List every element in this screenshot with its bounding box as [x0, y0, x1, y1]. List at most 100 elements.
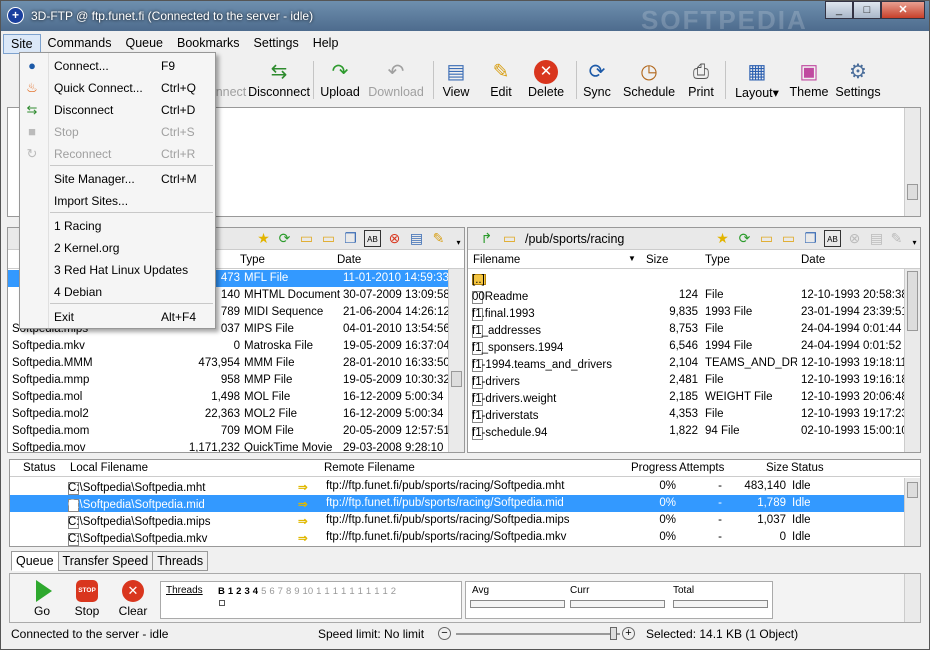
copy-icon[interactable]: ❐ [342, 230, 359, 247]
new-folder-icon[interactable]: ▭ [758, 230, 775, 247]
upload-button[interactable]: ↷ Upload [319, 57, 361, 99]
remote-file-row[interactable]: f1-drivers.weight 2,185 WEIGHT File 12-10-1… [468, 389, 920, 406]
local-file-row[interactable]: Softpedia.mol2 22,363 MOL2 File 16-12-2009 … [8, 406, 464, 423]
rename-icon[interactable]: AB [364, 230, 381, 247]
maximize-button[interactable]: □ [853, 1, 881, 19]
refresh-icon[interactable]: ⟳ [736, 230, 753, 247]
remote-file-row[interactable]: f1-drivers 2,481 File 12-10-1993 19:16:18 [468, 372, 920, 389]
remote-file-row[interactable]: f1_sponsers.1994 6,546 1994 File 24-04-1994… [468, 338, 920, 355]
queue-row[interactable]: C:\Softpedia\Softpedia.mips ⇒ ftp://ftp.fu… [10, 512, 904, 529]
close-button[interactable]: ✕ [881, 1, 925, 19]
col-progress[interactable]: Progress [631, 462, 677, 474]
queue-row[interactable]: C:\Softpedia\Softpedia.mht ⇒ ftp://ftp.fun… [10, 478, 904, 495]
local-file-row[interactable]: Softpedia.mom 709 MOM File 20-05-2009 12:57… [8, 423, 464, 440]
speed-limit-track[interactable] [456, 633, 620, 635]
local-file-row[interactable]: Softpedia.MMM 473,954 MMM File 28-01-2010 1… [8, 355, 464, 372]
chevron-down-icon[interactable]: ▾ [450, 234, 464, 251]
layout-button[interactable]: ▦ Layout▾ [733, 57, 781, 100]
col-filename[interactable]: Filename [473, 254, 520, 266]
scroll-thumb[interactable] [907, 482, 918, 498]
menu-item-1-racing[interactable]: 1 Racing [20, 215, 215, 237]
star-icon[interactable]: ★ [255, 230, 272, 247]
delete-icon[interactable]: ⊗ [386, 230, 403, 247]
view-icon[interactable]: ▤ [408, 230, 425, 247]
menu-item-quick-connect[interactable]: ♨ Quick Connect... Ctrl+Q [20, 77, 215, 99]
menu-item-site-manager[interactable]: Site Manager... Ctrl+M [20, 168, 215, 190]
new-folder-icon[interactable]: ▭ [298, 230, 315, 247]
menu-item-3-red-hat-linux-updates[interactable]: 3 Red Hat Linux Updates [20, 259, 215, 281]
download-button[interactable]: ↶ Download [366, 57, 426, 99]
menu-item-exit[interactable]: Exit Alt+F4 [20, 306, 215, 328]
scroll-thumb[interactable] [451, 371, 462, 387]
col-remote-filename[interactable]: Remote Filename [324, 462, 415, 474]
remote-file-row[interactable]: f1.final.1993 9,835 1993 File 23-01-1994 23… [468, 304, 920, 321]
speed-increase-button[interactable]: + [622, 627, 635, 640]
settings-button[interactable]: ⚙ Settings [835, 57, 881, 99]
print-button[interactable]: ⎙ Print [686, 57, 716, 99]
queue-row[interactable]: C:\Softpedia\Softpedia.mid ⇒ ftp://ftp.fun… [10, 495, 904, 512]
tab-threads[interactable]: Threads [152, 551, 209, 571]
rename-icon[interactable]: AB [824, 230, 841, 247]
star-icon[interactable]: ★ [714, 230, 731, 247]
view-button[interactable]: ▤ View [441, 57, 471, 99]
col-size[interactable]: Size [766, 462, 788, 474]
remote-file-row[interactable]: f1-driverstats 4,353 File 12-10-1993 19:17:… [468, 406, 920, 423]
menu-commands[interactable]: Commands [41, 34, 119, 54]
col-local-filename[interactable]: Local Filename [70, 462, 148, 474]
stop-button[interactable]: STOP Stop [72, 580, 102, 618]
disconnect-button[interactable]: ⇆ Disconnect [243, 57, 315, 99]
col-status[interactable]: Status [23, 462, 56, 474]
folder-icon[interactable]: ▭ [780, 230, 797, 247]
sync-folder-icon[interactable]: ↱ [478, 230, 495, 247]
edit-icon[interactable]: ✎ [430, 230, 447, 247]
menu-help[interactable]: Help [306, 34, 346, 54]
remote-file-row[interactable]: 00Readme 124 File 12-10-1993 20:58:38 [468, 287, 920, 304]
view-icon[interactable]: ▤ [868, 230, 885, 247]
tab-transfer-speed[interactable]: Transfer Speed [57, 551, 154, 571]
col-size[interactable]: Size [646, 254, 668, 266]
col-type[interactable]: Type [240, 254, 265, 266]
col-attempts[interactable]: Attempts [679, 462, 724, 474]
folder-icon[interactable]: ▭ [320, 230, 337, 247]
delete-icon[interactable]: ⊗ [846, 230, 863, 247]
copy-icon[interactable]: ❐ [802, 230, 819, 247]
clear-button[interactable]: ✕ Clear [116, 580, 150, 618]
tab-queue[interactable]: Queue [11, 551, 59, 571]
menu-item-disconnect[interactable]: ⇆ Disconnect Ctrl+D [20, 99, 215, 121]
panel-scrollbar[interactable] [904, 574, 920, 622]
scroll-thumb[interactable] [907, 271, 918, 331]
queue-row[interactable]: C:\Softpedia\Softpedia.mkv ⇒ ftp://ftp.fun… [10, 529, 904, 546]
schedule-button[interactable]: ◷ Schedule [623, 57, 675, 99]
chevron-down-icon[interactable]: ▾ [906, 234, 920, 251]
col-type[interactable]: Type [705, 254, 730, 266]
minimize-button[interactable]: _ [825, 1, 853, 19]
refresh-icon[interactable]: ⟳ [276, 230, 293, 247]
remote-file-row[interactable]: f1-1994.teams_and_drivers 2,104 TEAMS_AND_… [468, 355, 920, 372]
col-queue-status[interactable]: Status [791, 462, 824, 474]
col-date[interactable]: Date [801, 254, 825, 266]
local-file-row[interactable]: Softpedia.mmp 958 MMP File 19-05-2009 10:30… [8, 372, 464, 389]
menu-queue[interactable]: Queue [118, 34, 170, 54]
menu-bookmarks[interactable]: Bookmarks [170, 34, 247, 54]
speed-limit-slider[interactable] [610, 627, 617, 640]
local-file-row[interactable]: Softpedia.mol 1,498 MOL File 16-12-2009 5:0… [8, 389, 464, 406]
theme-button[interactable]: ▣ Theme [789, 57, 829, 99]
edit-button[interactable]: ✎ Edit [487, 57, 515, 99]
sync-button[interactable]: ⟳ Sync [582, 57, 612, 99]
local-file-row[interactable]: Softpedia.mov 1,171,232 QuickTime Movie 29-… [8, 440, 464, 452]
remote-file-row[interactable]: f1-schedule.94 1,822 94 File 02-10-1993 15:… [468, 423, 920, 440]
menu-item-import-sites[interactable]: Import Sites... [20, 190, 215, 212]
remote-scrollbar[interactable] [904, 269, 920, 452]
local-scrollbar[interactable] [448, 269, 464, 452]
edit-icon[interactable]: ✎ [888, 230, 905, 247]
app-icon[interactable]: + [7, 7, 24, 24]
delete-button[interactable]: ✕ Delete [528, 57, 564, 99]
local-file-row[interactable]: Softpedia.mkv 0 Matroska File 19-05-2009 16… [8, 338, 464, 355]
remote-file-row[interactable]: [..] [468, 270, 920, 287]
queue-scrollbar[interactable] [904, 478, 920, 546]
col-date[interactable]: Date [337, 254, 361, 266]
remote-path[interactable]: /pub/sports/racing [525, 232, 624, 246]
menu-site[interactable]: Site [3, 34, 41, 54]
scroll-thumb[interactable] [907, 184, 918, 200]
menu-item-2-kernel-org[interactable]: 2 Kernel.org [20, 237, 215, 259]
